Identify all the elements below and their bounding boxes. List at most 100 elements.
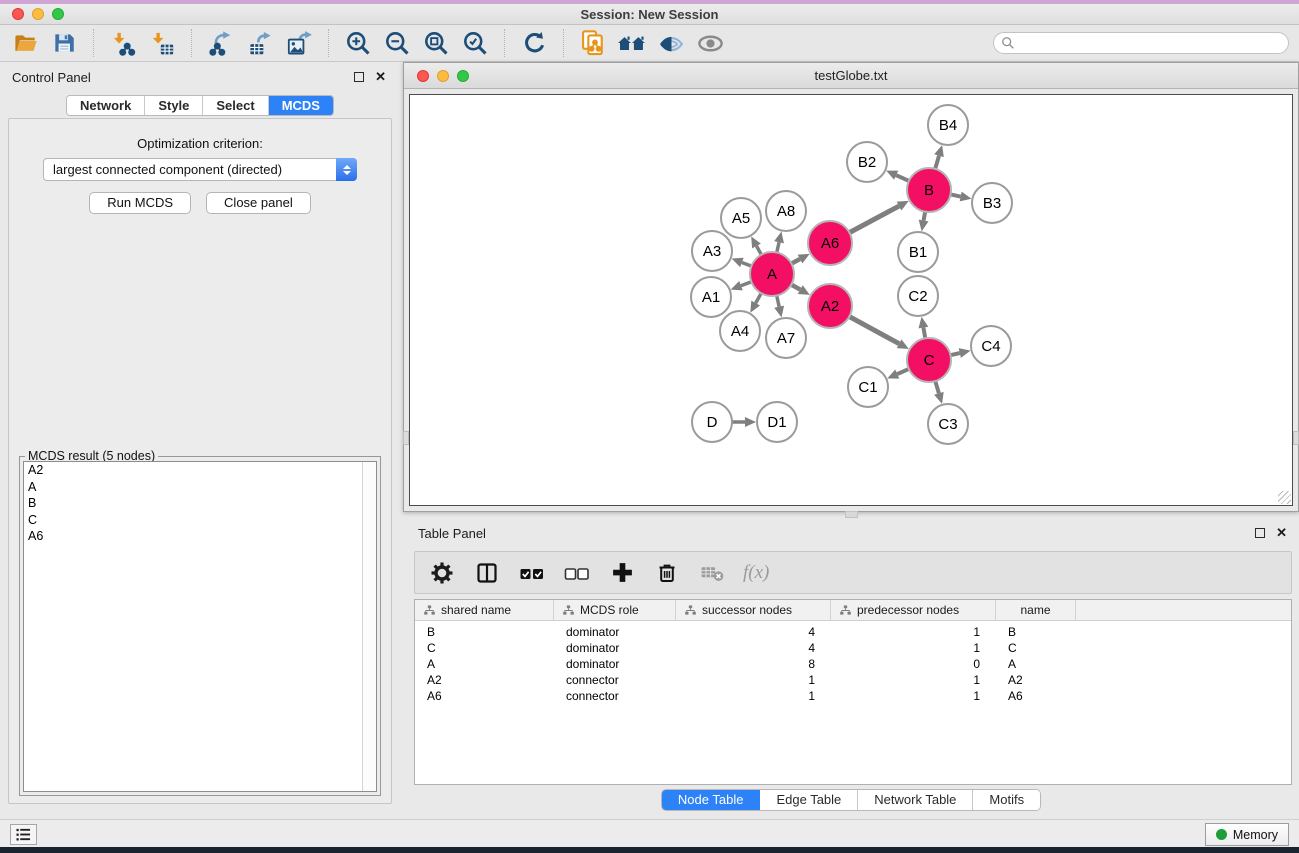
table-row[interactable]: Cdominator41C bbox=[415, 640, 1291, 656]
zoom-out-icon[interactable] bbox=[382, 28, 412, 58]
graph-node-A8[interactable]: A8 bbox=[766, 191, 806, 231]
result-list-item[interactable]: A bbox=[24, 479, 376, 496]
network-maximize-button[interactable] bbox=[457, 70, 469, 82]
graph-node-B1[interactable]: B1 bbox=[898, 232, 938, 272]
tab-motifs[interactable]: Motifs bbox=[973, 790, 1040, 810]
window-edge-handle-right[interactable] bbox=[1293, 431, 1299, 445]
select-all-icon[interactable] bbox=[518, 559, 546, 587]
dropdown-stepper[interactable] bbox=[336, 158, 357, 181]
maximize-window-button[interactable] bbox=[52, 8, 64, 20]
graph-node-A7[interactable]: A7 bbox=[766, 318, 806, 358]
export-table-icon[interactable] bbox=[245, 28, 275, 58]
cell-shared-name: A2 bbox=[415, 673, 554, 687]
resize-grip-icon[interactable] bbox=[1278, 491, 1291, 504]
column-header-predecessor-nodes[interactable]: predecessor nodes bbox=[831, 600, 996, 620]
column-header-successor-nodes[interactable]: successor nodes bbox=[676, 600, 831, 620]
result-list-item[interactable]: A6 bbox=[24, 528, 376, 545]
graph-node-A5[interactable]: A5 bbox=[721, 198, 761, 238]
graph-node-D[interactable]: D bbox=[692, 402, 732, 442]
hide-details-icon[interactable] bbox=[656, 28, 686, 58]
graph-node-A3[interactable]: A3 bbox=[692, 231, 732, 271]
refresh-layout-icon[interactable] bbox=[519, 28, 549, 58]
zoom-in-icon[interactable] bbox=[343, 28, 373, 58]
close-panel-button[interactable]: Close panel bbox=[206, 192, 311, 214]
optimization-criterion-dropdown[interactable]: largest connected component (directed) bbox=[43, 158, 357, 181]
graph-node-B[interactable]: B bbox=[907, 168, 951, 212]
memory-button[interactable]: Memory bbox=[1205, 823, 1289, 846]
run-mcds-button[interactable]: Run MCDS bbox=[89, 192, 191, 214]
graph-node-B4[interactable]: B4 bbox=[928, 105, 968, 145]
result-list-item[interactable]: A2 bbox=[24, 462, 376, 479]
graph-node-C1[interactable]: C1 bbox=[848, 367, 888, 407]
node-label: C2 bbox=[908, 288, 927, 305]
tab-select[interactable]: Select bbox=[203, 96, 268, 115]
graph-node-A[interactable]: A bbox=[750, 252, 794, 296]
table-row[interactable]: Bdominator41B bbox=[415, 624, 1291, 640]
tab-network[interactable]: Network bbox=[67, 96, 145, 115]
tab-edge-table[interactable]: Edge Table bbox=[760, 790, 858, 810]
graph-node-A2[interactable]: A2 bbox=[808, 284, 852, 328]
graph-node-C4[interactable]: C4 bbox=[971, 326, 1011, 366]
first-neighbors-icon[interactable] bbox=[617, 28, 647, 58]
main-toolbar bbox=[0, 25, 1299, 62]
close-window-button[interactable] bbox=[12, 8, 24, 20]
tab-style[interactable]: Style bbox=[145, 96, 203, 115]
import-table-icon[interactable] bbox=[147, 28, 177, 58]
network-canvas[interactable]: B4 B2 B B3 A8A5 A6 A3 B1 A A1 C2 A2 A4A7 C4 C C1 D D1 C3 bbox=[409, 94, 1293, 506]
network-graph[interactable]: B4 B2 B B3 A8A5 A6 A3 B1 A A1 C2 A2 A4A7 C4 C C1 D D1 C3 bbox=[410, 95, 1294, 512]
graph-node-C2[interactable]: C2 bbox=[898, 276, 938, 316]
export-network-icon[interactable] bbox=[206, 28, 236, 58]
open-session-icon[interactable] bbox=[10, 28, 40, 58]
window-edge-handle-left[interactable] bbox=[403, 431, 409, 445]
split-divider-handle[interactable] bbox=[845, 511, 858, 518]
export-image-icon[interactable] bbox=[284, 28, 314, 58]
node-table[interactable]: shared nameMCDS rolesuccessor nodesprede… bbox=[414, 599, 1292, 785]
result-list-item[interactable]: C bbox=[24, 512, 376, 529]
graph-edge-B-B1 bbox=[919, 212, 929, 232]
add-column-icon[interactable] bbox=[608, 559, 636, 587]
cell-predecessor-nodes: 1 bbox=[831, 625, 996, 639]
result-list-item[interactable]: B bbox=[24, 495, 376, 512]
graph-node-B2[interactable]: B2 bbox=[847, 142, 887, 182]
network-window-titlebar[interactable]: testGlobe.txt bbox=[404, 63, 1298, 89]
search-field[interactable] bbox=[993, 32, 1289, 54]
graph-node-C[interactable]: C bbox=[907, 338, 951, 382]
save-session-icon[interactable] bbox=[49, 28, 79, 58]
column-header-mcds-role[interactable]: MCDS role bbox=[554, 600, 676, 620]
network-minimize-button[interactable] bbox=[437, 70, 449, 82]
application-window: Session: New Session bbox=[0, 0, 1299, 853]
column-header-name[interactable]: name bbox=[996, 600, 1076, 620]
network-close-button[interactable] bbox=[417, 70, 429, 82]
graph-node-D1[interactable]: D1 bbox=[757, 402, 797, 442]
graph-node-C3[interactable]: C3 bbox=[928, 404, 968, 444]
graph-node-B3[interactable]: B3 bbox=[972, 183, 1012, 223]
tab-mcds[interactable]: MCDS bbox=[269, 96, 333, 115]
result-list-scrollbar[interactable] bbox=[362, 462, 376, 791]
delete-column-icon[interactable] bbox=[653, 559, 681, 587]
graph-node-A6[interactable]: A6 bbox=[808, 221, 852, 265]
zoom-fit-icon[interactable] bbox=[421, 28, 451, 58]
task-history-button[interactable] bbox=[10, 824, 37, 845]
tab-node-table[interactable]: Node Table bbox=[662, 790, 761, 810]
column-header-shared-name[interactable]: shared name bbox=[415, 600, 554, 620]
tab-network-table[interactable]: Network Table bbox=[858, 790, 973, 810]
close-table-panel-icon[interactable]: ✕ bbox=[1276, 527, 1287, 538]
search-input[interactable] bbox=[1020, 36, 1281, 50]
table-settings-gear-icon[interactable] bbox=[428, 559, 456, 587]
table-row[interactable]: Adominator80A bbox=[415, 656, 1291, 672]
mcds-result-list[interactable]: A2ABCA6 bbox=[23, 461, 377, 792]
zoom-selected-icon[interactable] bbox=[460, 28, 490, 58]
import-network-icon[interactable] bbox=[108, 28, 138, 58]
show-details-icon[interactable] bbox=[695, 28, 725, 58]
graph-node-A4[interactable]: A4 bbox=[720, 311, 760, 351]
float-panel-icon[interactable] bbox=[354, 72, 364, 82]
clone-network-icon[interactable] bbox=[578, 28, 608, 58]
close-panel-icon[interactable]: ✕ bbox=[375, 71, 386, 82]
deselect-all-icon[interactable] bbox=[563, 559, 591, 587]
float-table-panel-icon[interactable] bbox=[1255, 528, 1265, 538]
show-column-icon[interactable] bbox=[473, 559, 501, 587]
graph-node-A1[interactable]: A1 bbox=[691, 277, 731, 317]
table-row[interactable]: A2connector11A2 bbox=[415, 672, 1291, 688]
minimize-window-button[interactable] bbox=[32, 8, 44, 20]
table-row[interactable]: A6connector11A6 bbox=[415, 688, 1291, 704]
